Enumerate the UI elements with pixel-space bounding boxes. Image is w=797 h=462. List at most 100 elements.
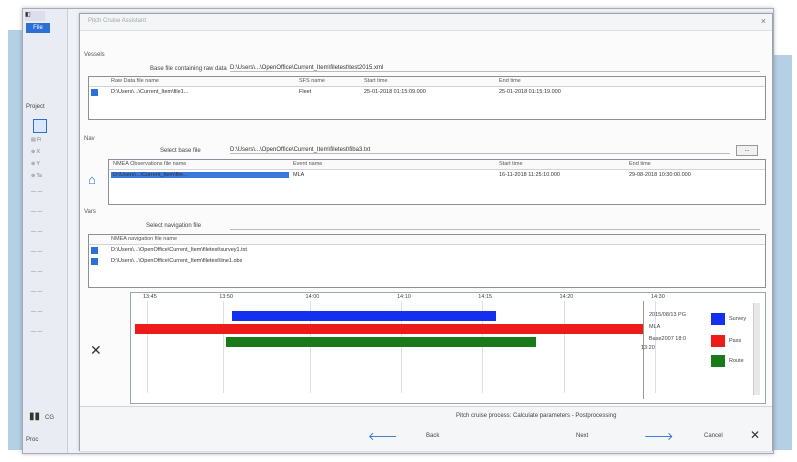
backdrop-panel-right [772,55,792,450]
navigation-files-table: NMEA navigation file name D:\Users\...\O… [88,234,766,288]
cancel-button[interactable]: Cancel [704,433,723,439]
section-vessels-heading: Vessels [84,52,105,58]
tree-item[interactable]: ⊕ Ta [31,173,59,179]
app-sidebar: ◧ File Project ▤ Fi ⊕ X ⊕ Y ⊕ Ta — — — —… [23,9,68,453]
raw-data-field-input[interactable]: D:\Users\...\OpenOffice\Current_Item\fil… [230,65,760,72]
timeline-chart: 13:45 13:50 14:00 14:10 14:15 14:20 14:30 2015… [130,292,766,404]
column-header: End time [629,161,651,167]
chart-annotation: Base2007 18:0 [649,336,687,342]
timeline-bar-route[interactable] [226,337,537,347]
table-row[interactable]: D:\Users\...\OpenOffice\Current_Item\fil… [89,257,765,266]
column-header: End time [499,78,521,84]
tree-item[interactable]: — — [31,209,59,215]
back-arrow-icon[interactable]: 🡐 [368,429,398,443]
column-header: Raw Data file name [111,78,159,84]
column-header: NMEA navigation file name [111,236,178,242]
chart-annotation: MLA [649,324,661,330]
chart-icon[interactable]: ▮▮ [29,411,40,422]
row-selector-icon[interactable] [91,89,98,96]
legend-swatch [711,313,725,325]
select-tool-icon[interactable] [33,119,47,133]
status-label: Proc [26,437,39,443]
legend-swatch [711,355,725,367]
tree-item[interactable]: — — [31,189,59,195]
chart-annotation: 13:20 [641,345,655,351]
table-cell: 29-08-2018 10:30:00.000 [629,172,691,178]
column-header: SFS name [299,78,325,84]
browse-button[interactable]: ... [736,145,758,156]
tree-item[interactable]: — — [31,249,59,255]
section-vars-heading: Vars [84,209,96,215]
column-header: Event name [293,161,323,167]
column-header: Start time [499,161,523,167]
table-cell: MLA [293,172,305,178]
file-tab[interactable]: File [26,23,50,33]
tick-label: 14:30 [651,294,665,300]
grid-line [563,301,565,393]
raw-data-table: Raw Data file name SFS name Start time E… [88,76,766,120]
clear-icon[interactable]: ✕ [90,342,102,359]
base-file-field-label: Select base file [160,148,201,154]
tree-item[interactable]: — — [31,329,59,335]
tick-label: 13:45 [143,294,157,300]
left-bottom-label: CG [45,415,54,421]
nav-file-field-input[interactable] [230,222,760,230]
next-button[interactable]: Next [576,433,588,439]
chart-annotation: 2015/08/13 PG [649,312,687,318]
tick-label: 14:10 [397,294,411,300]
row-selector-icon[interactable] [91,258,98,265]
table-cell: D:\Users\...\OpenOffice\Current_Item\fil… [111,258,243,264]
back-button[interactable]: Back [426,433,439,439]
nav-file-field-label: Select navigation file [146,223,202,229]
table-row[interactable]: D:\Users\...\Current_Item\file1... Fleet… [89,88,765,97]
tick-label: 14:00 [305,294,320,300]
section-nav-heading: Nav [84,136,95,142]
tick-label: 14:15 [478,294,493,300]
tree-item[interactable]: — — [31,309,59,315]
next-arrow-icon[interactable]: 🡒 [644,429,674,443]
table-cell-selected: D:\Users\...\Current_Item\file... [111,172,289,178]
tree-item[interactable]: — — [31,289,59,295]
table-cell: 25-01-2018 01:15:19.000 [499,89,561,95]
grid-line [223,301,225,393]
chart-scrollbar[interactable] [753,303,760,395]
app-icon: ◧ [25,11,45,21]
cancel-icon[interactable]: ✕ [750,428,760,442]
legend-swatch [711,335,725,347]
table-cell: Fleet [299,89,312,95]
base-file-field-input[interactable]: D:\Users\...\OpenOffice\Current_Item\fil… [230,147,730,154]
timeline-bar-survey[interactable] [231,311,496,321]
process-status: Pitch cruise process: Calculate paramete… [456,413,617,419]
close-icon[interactable]: × [761,16,766,26]
tree-item[interactable]: ⊕ Y [31,161,59,167]
table-header: NMEA Observations file name Event name S… [109,160,765,170]
raw-data-field-label: Base file containing raw data [150,66,227,72]
timeline-bar-pass[interactable] [135,324,643,334]
table-header: NMEA navigation file name [89,235,765,245]
tree-item[interactable]: ⊕ X [31,149,59,155]
column-header: NMEA Observations file name [113,161,187,167]
home-icon[interactable]: ⌂ [88,172,96,187]
project-label: Project [26,104,45,110]
table-cell: 25-01-2018 01:15:09.000 [364,89,426,95]
dialog-footer: Pitch cruise process: Calculate paramete… [80,406,772,451]
table-header: Raw Data file name SFS name Start time E… [89,77,765,87]
row-selector-icon[interactable] [91,247,98,254]
tree-item[interactable]: — — [31,269,59,275]
assistant-dialog: Pitch Cruise Assistant × Vessels Base fi… [79,13,773,451]
application-window: ◧ File Project ▤ Fi ⊕ X ⊕ Y ⊕ Ta — — — —… [22,8,774,454]
column-header: Start time [364,78,388,84]
tick-label: 13:50 [219,294,233,300]
tree-item[interactable]: — — [31,229,59,235]
table-row[interactable]: D:\Users\...\OpenOffice\Current_Item\fil… [89,246,765,255]
table-row[interactable]: D:\Users\...\Current_Item\file... MLA 16… [109,171,765,180]
legend-label: Survey [729,316,747,322]
dialog-titlebar: Pitch Cruise Assistant × [80,14,772,31]
table-cell: D:\Users\...\OpenOffice\Current_Item\fil… [111,247,247,253]
grid-line [147,301,148,393]
table-cell: 16-11-2018 11:25:10.000 [499,172,560,178]
table-cell: D:\Users\...\Current_Item\file1... [111,89,189,95]
tick-label: 14:20 [559,294,574,300]
tree-item[interactable]: ▤ Fi [31,137,59,143]
legend-label: Route [729,358,744,364]
